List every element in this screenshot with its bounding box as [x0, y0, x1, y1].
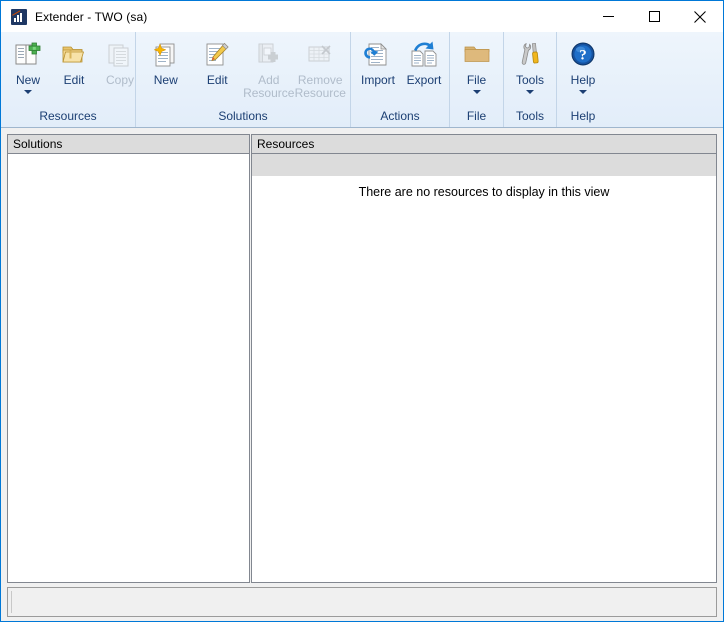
ribbon-group-label-file: File	[466, 109, 487, 123]
ribbon-group-file: File File	[450, 32, 504, 127]
svg-text:?: ?	[579, 48, 587, 64]
actions-import-label: Import	[360, 73, 395, 87]
resources-pane: Resources There are no resources to disp…	[251, 134, 717, 583]
solutions-new-label: New	[153, 73, 178, 87]
solutions-column-header-label: Solutions	[13, 137, 63, 151]
resources-group-band	[252, 154, 716, 176]
add-resource-icon	[253, 39, 285, 71]
folder-icon	[58, 39, 90, 71]
chevron-down-icon[interactable]	[24, 90, 32, 94]
ribbon-group-label-solutions: Solutions	[218, 109, 268, 123]
help-menu-label: Help	[570, 73, 596, 87]
status-bar	[7, 587, 717, 617]
folder-closed-icon	[461, 39, 493, 71]
ribbon-group-actions: Import Export Actions	[351, 32, 450, 127]
ribbon-group-label-actions: Actions	[380, 109, 420, 123]
solutions-new-button[interactable]: New	[140, 36, 192, 87]
copy-pages-icon	[104, 39, 136, 71]
import-icon	[362, 39, 394, 71]
bar-chart-icon	[11, 8, 27, 25]
help-question-icon: ?	[567, 39, 599, 71]
help-menu-button[interactable]: ? Help	[560, 36, 606, 94]
solutions-list[interactable]	[8, 154, 249, 582]
resources-new-button[interactable]: New	[5, 36, 51, 94]
file-menu-label: File	[466, 73, 487, 87]
window-controls	[585, 1, 723, 32]
remove-resource-icon	[304, 39, 336, 71]
ribbon-group-solutions: New Edit Add Resource Remove Resource So…	[136, 32, 351, 127]
solutions-remove-resource-button: Remove Resource	[295, 36, 347, 100]
new-record-icon	[12, 39, 44, 71]
ribbon-group-tools: Tools Tools	[504, 32, 557, 127]
chevron-down-icon[interactable]	[526, 90, 534, 94]
status-bar-text	[11, 591, 713, 613]
main-content: Solutions Resources There are no resourc…	[1, 128, 723, 621]
solutions-add-resource-label: Add Resource	[243, 73, 295, 100]
ribbon-toolbar: New Edit Copy Resources New Edit Add Res…	[1, 32, 723, 128]
actions-export-label: Export	[406, 73, 442, 87]
chevron-down-icon[interactable]	[472, 90, 481, 94]
actions-export-button[interactable]: Export	[401, 36, 447, 87]
resources-new-label: New	[15, 73, 40, 87]
new-document-icon	[150, 39, 182, 71]
solutions-edit-button[interactable]: Edit	[192, 36, 244, 87]
resources-list[interactable]: There are no resources to display in thi…	[252, 154, 716, 582]
ribbon-group-help: ? Help Help	[557, 32, 609, 127]
ribbon-group-label-resources: Resources	[39, 109, 97, 123]
resources-column-header[interactable]: Resources	[252, 135, 716, 154]
tools-menu-label: Tools	[515, 73, 544, 87]
export-icon	[408, 39, 440, 71]
title-bar: Extender - TWO (sa)	[1, 1, 723, 32]
extender-window: Extender - TWO (sa) New Edit Copy Resour…	[0, 0, 724, 622]
resources-column-header-label: Resources	[257, 137, 315, 151]
maximize-icon[interactable]	[631, 1, 677, 32]
edit-pencil-icon	[201, 39, 233, 71]
tools-menu-button[interactable]: Tools	[507, 36, 553, 94]
ribbon-group-label-help: Help	[570, 109, 596, 123]
solutions-add-resource-button: Add Resource	[243, 36, 295, 100]
wrench-screwdriver-icon	[514, 39, 546, 71]
solutions-edit-label: Edit	[206, 73, 228, 87]
ribbon-group-resources: New Edit Copy Resources	[1, 32, 136, 127]
chevron-down-icon[interactable]	[579, 90, 587, 94]
solutions-remove-resource-label: Remove Resource	[294, 73, 346, 100]
split-panes: Solutions Resources There are no resourc…	[7, 134, 717, 583]
resources-edit-button[interactable]: Edit	[51, 36, 97, 87]
close-icon[interactable]	[677, 1, 723, 32]
resources-edit-label: Edit	[63, 73, 85, 87]
actions-import-button[interactable]: Import	[355, 36, 401, 87]
ribbon-group-label-tools: Tools	[515, 109, 544, 123]
solutions-pane: Solutions	[7, 134, 250, 583]
window-title: Extender - TWO (sa)	[35, 9, 148, 24]
minimize-icon[interactable]	[585, 1, 631, 32]
resources-copy-label: Copy	[105, 73, 134, 87]
file-menu-button[interactable]: File	[454, 36, 500, 94]
resources-empty-message: There are no resources to display in thi…	[358, 185, 610, 199]
solutions-column-header[interactable]: Solutions	[8, 135, 249, 154]
